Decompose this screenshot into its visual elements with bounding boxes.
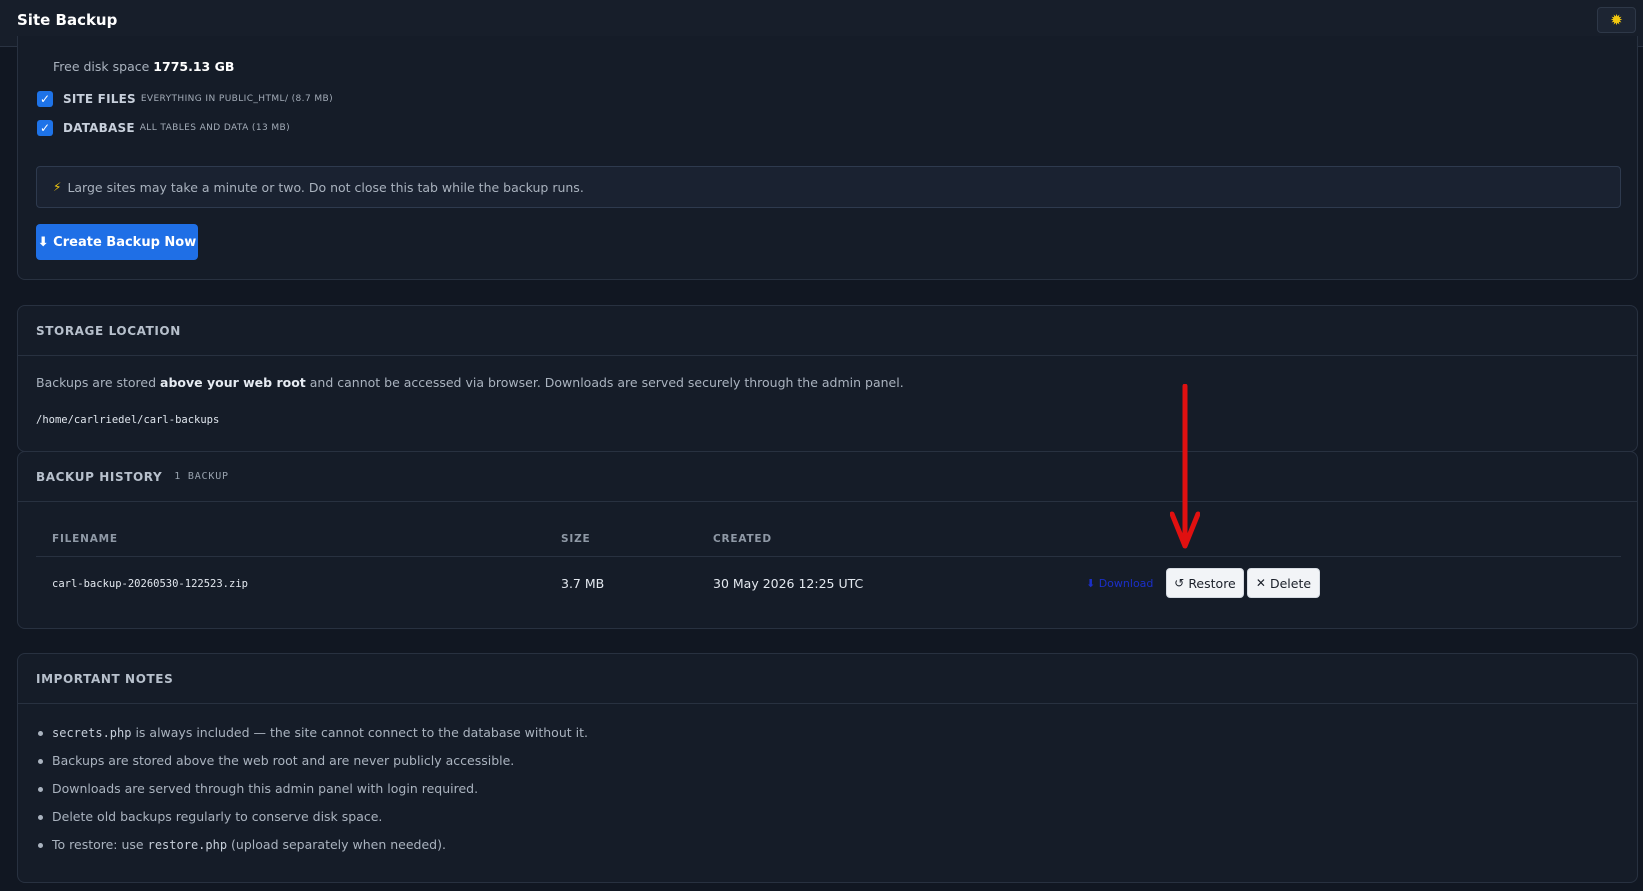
backup-filename: carl-backup-20260530-122523.zip [52, 578, 248, 590]
backup-history-card: BACKUP HISTORY 1 BACKUP FILENAME SIZE CR… [17, 451, 1638, 629]
list-item: Downloads are served through this admin … [36, 780, 588, 808]
section-title: STORAGE LOCATION [36, 323, 181, 338]
backup-size: 3.7 MB [561, 576, 605, 591]
option-database[interactable]: ✓ DATABASE ALL TABLES AND DATA (13 MB) [37, 119, 290, 137]
restore-icon: ↺ [1174, 576, 1185, 590]
option-description: EVERYTHING IN PUBLIC_HTML/ (8.7 MB) [140, 94, 333, 104]
storage-location-card: STORAGE LOCATION Backups are stored abov… [17, 305, 1638, 452]
create-backup-button[interactable]: ⬇ Create Backup Now [36, 224, 198, 260]
delete-button[interactable]: ✕ Delete [1247, 568, 1320, 598]
option-description: ALL TABLES AND DATA (13 MB) [139, 123, 290, 133]
option-label: DATABASE [63, 121, 135, 135]
list-item: Delete old backups regularly to conserve… [36, 808, 588, 836]
create-backup-card: Free disk space 1775.13 GB ✓ SITE FILES … [17, 36, 1638, 280]
list-item: secrets.php is always included — the sit… [36, 724, 588, 752]
list-item: To restore: use restore.php (upload sepa… [36, 836, 588, 864]
backup-created: 30 May 2026 12:25 UTC [713, 576, 864, 591]
free-disk-value: 1775.13 GB [153, 59, 235, 74]
section-title: BACKUP HISTORY [36, 469, 163, 484]
option-label: SITE FILES [63, 92, 136, 106]
card-header: STORAGE LOCATION [18, 306, 1637, 356]
list-item: Backups are stored above the web root an… [36, 752, 588, 780]
info-alert: ⚡ Large sites may take a minute or two. … [36, 166, 1621, 208]
annotation-arrow [1170, 384, 1200, 549]
sun-icon: ✹ [1610, 11, 1623, 29]
important-notes-card: IMPORTANT NOTES secrets.php is always in… [17, 653, 1638, 883]
theme-toggle-button[interactable]: ✹ [1597, 7, 1636, 33]
notes-list: secrets.php is always included — the sit… [36, 724, 588, 864]
storage-path: /home/carlriedel/carl-backups [36, 414, 220, 426]
table-row: carl-backup-20260530-122523.zip 3.7 MB 3… [36, 557, 1621, 608]
card-header: BACKUP HISTORY 1 BACKUP [18, 452, 1637, 502]
site-files-checkbox[interactable]: ✓ [37, 91, 53, 107]
restore-button[interactable]: ↺ Restore [1166, 568, 1244, 598]
page-title: Site Backup [17, 11, 118, 29]
column-filename: FILENAME [52, 533, 118, 545]
backup-count: 1 BACKUP [174, 471, 229, 482]
download-link[interactable]: ⬇ Download [1086, 577, 1153, 590]
table-header: FILENAME SIZE CREATED [36, 520, 1621, 557]
card-header: IMPORTANT NOTES [18, 654, 1637, 704]
free-disk-info: Free disk space 1775.13 GB [53, 59, 235, 74]
lightning-icon: ⚡ [53, 180, 62, 194]
close-icon: ✕ [1255, 576, 1266, 590]
column-size: SIZE [561, 533, 591, 545]
database-checkbox[interactable]: ✓ [37, 120, 53, 136]
option-site-files[interactable]: ✓ SITE FILES EVERYTHING IN PUBLIC_HTML/ … [37, 90, 333, 108]
column-created: CREATED [713, 533, 772, 545]
storage-description: Backups are stored above your web root a… [36, 375, 904, 390]
info-text: Large sites may take a minute or two. Do… [67, 179, 584, 195]
section-title: IMPORTANT NOTES [36, 671, 174, 686]
